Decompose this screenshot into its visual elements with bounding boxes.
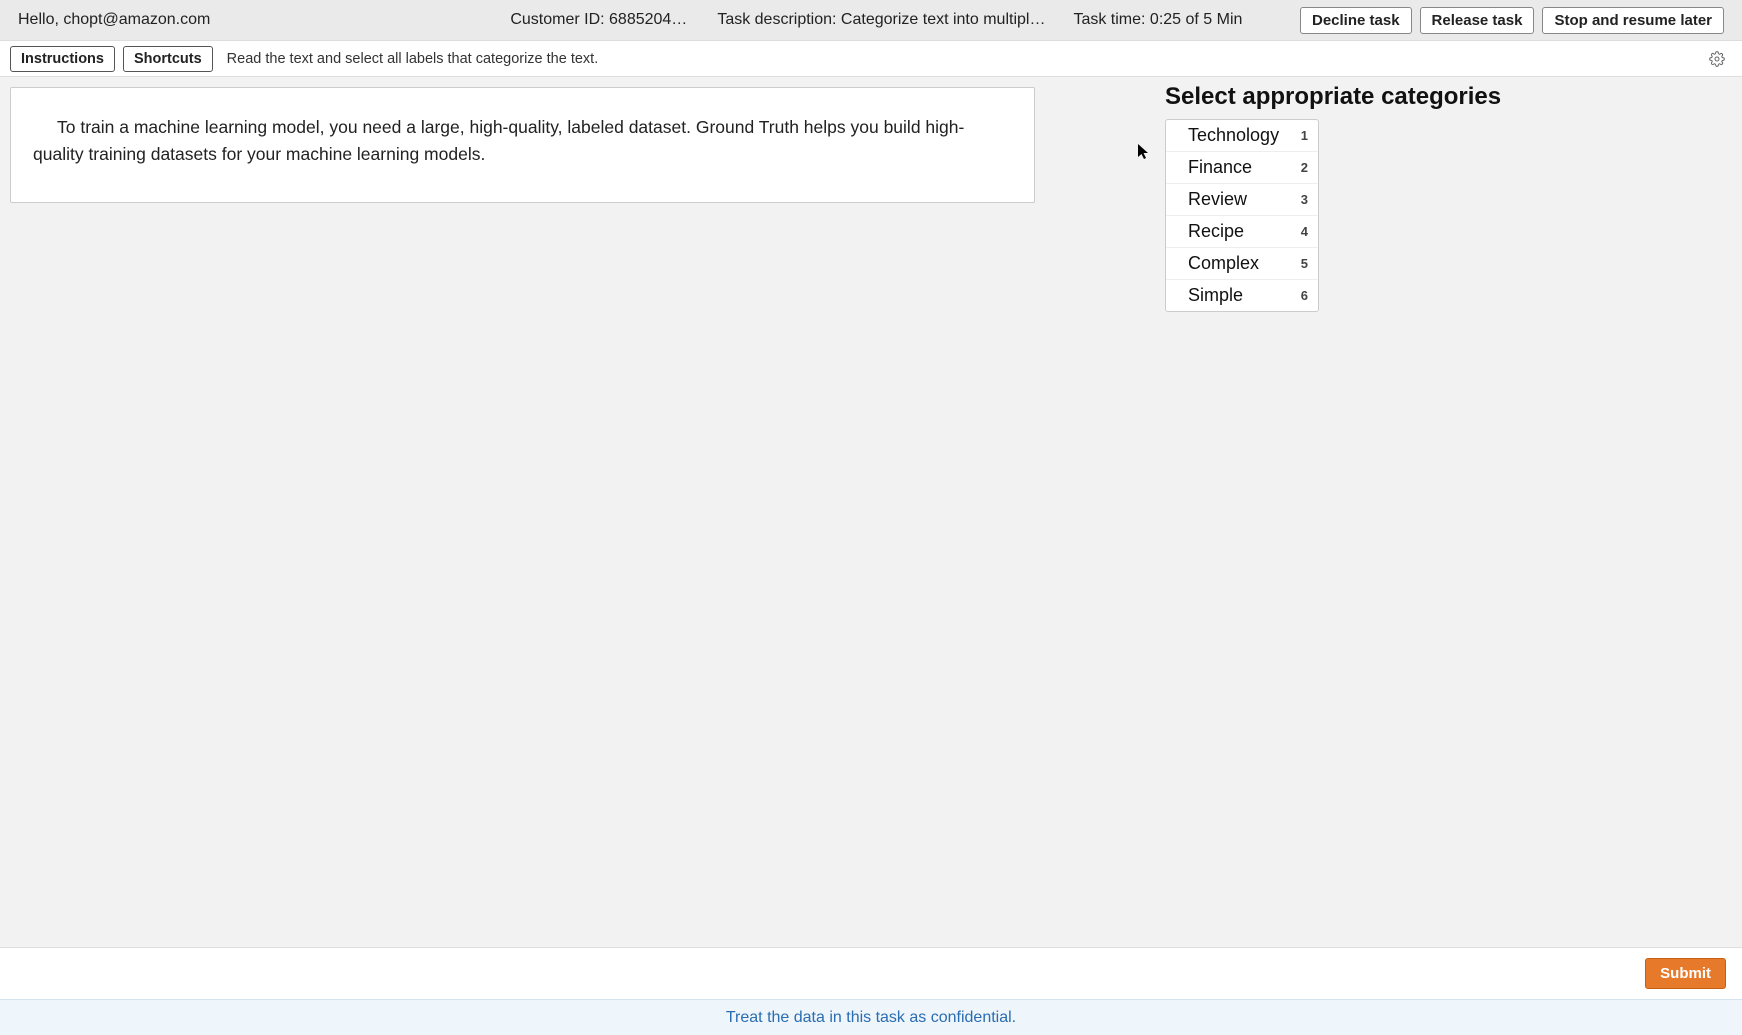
instructions-button[interactable]: Instructions: [10, 46, 115, 72]
toolbar-hint: Read the text and select all labels that…: [227, 51, 599, 67]
cursor-icon: [1138, 144, 1150, 160]
task-text-panel: To train a machine learning model, you n…: [10, 87, 1035, 203]
shortcuts-button[interactable]: Shortcuts: [123, 46, 213, 72]
main-area: To train a machine learning model, you n…: [0, 77, 1742, 947]
decline-task-button[interactable]: Decline task: [1300, 7, 1412, 34]
confidential-text: Treat the data in this task as confident…: [726, 1009, 1016, 1027]
category-item-recipe[interactable]: Recipe 4: [1166, 216, 1318, 248]
category-shortcut: 5: [1301, 256, 1308, 271]
category-item-simple[interactable]: Simple 6: [1166, 280, 1318, 311]
top-actions: Decline task Release task Stop and resum…: [1300, 7, 1724, 34]
top-bar: Hello, chopt@amazon.com Customer ID: 688…: [0, 0, 1742, 41]
categories-panel: Select appropriate categories Technology…: [1165, 83, 1501, 312]
category-label: Simple: [1188, 285, 1243, 306]
category-shortcut: 2: [1301, 160, 1308, 175]
category-label: Recipe: [1188, 221, 1244, 242]
footer-bar: Submit: [0, 947, 1742, 999]
category-shortcut: 3: [1301, 192, 1308, 207]
category-item-review[interactable]: Review 3: [1166, 184, 1318, 216]
category-label: Finance: [1188, 157, 1252, 178]
task-text: To train a machine learning model, you n…: [33, 117, 964, 164]
confidential-notice: Treat the data in this task as confident…: [0, 999, 1742, 1035]
toolbar: Instructions Shortcuts Read the text and…: [0, 41, 1742, 77]
category-list: Technology 1 Finance 2 Review 3 Recipe 4…: [1165, 119, 1319, 312]
task-description-text: Task description: Categorize text into m…: [717, 11, 1045, 29]
release-task-button[interactable]: Release task: [1420, 7, 1535, 34]
submit-button[interactable]: Submit: [1645, 958, 1726, 989]
category-shortcut: 1: [1301, 128, 1308, 143]
stop-resume-button[interactable]: Stop and resume later: [1542, 7, 1724, 34]
category-label: Technology: [1188, 125, 1279, 146]
category-item-technology[interactable]: Technology 1: [1166, 120, 1318, 152]
category-shortcut: 4: [1301, 224, 1308, 239]
categories-title: Select appropriate categories: [1165, 83, 1501, 111]
greeting-text: Hello, chopt@amazon.com: [18, 11, 210, 29]
customer-id-text: Customer ID: 6885204…: [510, 11, 687, 29]
category-item-finance[interactable]: Finance 2: [1166, 152, 1318, 184]
category-label: Review: [1188, 189, 1247, 210]
category-label: Complex: [1188, 253, 1259, 274]
task-time-text: Task time: 0:25 of 5 Min: [1073, 11, 1242, 29]
gear-icon[interactable]: [1708, 50, 1726, 68]
category-shortcut: 6: [1301, 288, 1308, 303]
category-item-complex[interactable]: Complex 5: [1166, 248, 1318, 280]
